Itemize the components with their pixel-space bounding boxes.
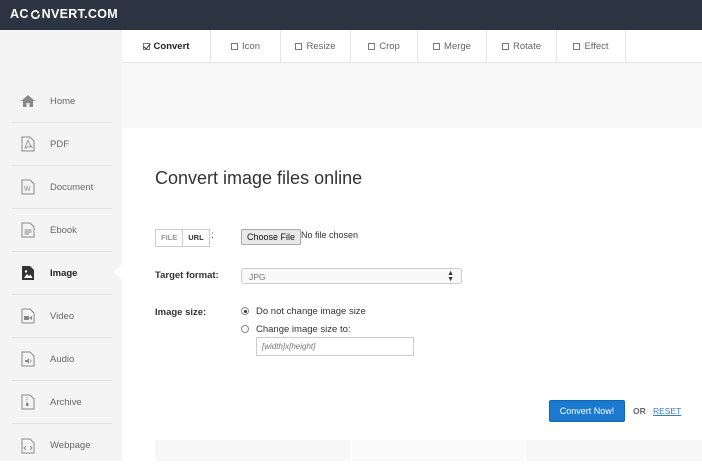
- radio-keep-size-label[interactable]: Do not change image size: [256, 306, 366, 317]
- sidebar-item-label: Webpage: [50, 440, 91, 451]
- checkbox-checked-icon: [142, 42, 150, 50]
- sidebar-item-label: Home: [50, 95, 76, 107]
- tab-label: Rotate: [513, 40, 541, 52]
- tab-resize[interactable]: Resize: [281, 30, 351, 62]
- tab-label: Crop: [379, 40, 400, 52]
- archive-icon: [19, 393, 37, 411]
- convert-now-button[interactable]: Convert Now!: [549, 400, 625, 422]
- checkbox-icon: [573, 42, 581, 50]
- site-logo[interactable]: AC NVERT.COM: [10, 7, 118, 21]
- checkbox-icon: [433, 42, 441, 50]
- tab-merge[interactable]: Merge: [418, 30, 487, 62]
- tab-label: Resize: [306, 40, 336, 52]
- banner-area: [122, 63, 702, 128]
- target-format-select[interactable]: JPG ▲ ▼: [241, 268, 462, 284]
- tab-rotate[interactable]: Rotate: [487, 30, 557, 62]
- sidebar-item-label: Audio: [50, 353, 75, 365]
- audio-icon: [19, 350, 37, 368]
- choose-file-button[interactable]: Choose File: [241, 229, 302, 245]
- logo-text-right: NVERT.COM: [41, 7, 118, 21]
- document-icon: W: [19, 178, 37, 196]
- file-source-option[interactable]: FILE: [156, 230, 184, 246]
- image-size-input[interactable]: [256, 337, 414, 356]
- selected-format: JPG: [249, 272, 266, 282]
- sidebar-item-ebook[interactable]: Ebook: [12, 209, 112, 252]
- svg-text:W: W: [24, 186, 31, 193]
- page-title: Convert image files online: [155, 168, 363, 188]
- tab-label: Icon: [242, 40, 260, 52]
- sidebar-item-home[interactable]: Home: [12, 80, 112, 123]
- sidebar-item-label: Archive: [50, 396, 82, 408]
- checkbox-icon: [502, 42, 509, 50]
- sidebar-item-document[interactable]: W Document: [12, 166, 112, 209]
- source-toggle: FILE URL: [155, 229, 210, 247]
- home-icon: [19, 92, 37, 110]
- sidebar-item-label: Document: [50, 181, 94, 193]
- file-status-text: No file chosen: [301, 230, 359, 240]
- checkbox-icon: [231, 42, 239, 50]
- radio-change-size[interactable]: [241, 325, 249, 333]
- top-header: AC NVERT.COM: [0, 0, 702, 30]
- tool-tabs: Convert Icon Resize Crop Merge Rotate Ef…: [122, 30, 702, 63]
- active-item-pointer: [114, 264, 122, 280]
- sidebar-item-audio[interactable]: Audio: [12, 338, 112, 381]
- sidebar-item-label: Video: [50, 310, 75, 322]
- or-separator: OR: [633, 406, 646, 416]
- webpage-icon: [19, 437, 37, 455]
- sidebar-item-video[interactable]: Video: [12, 295, 112, 338]
- tab-crop[interactable]: Crop: [351, 30, 418, 62]
- checkbox-icon: [295, 42, 303, 50]
- tab-label: Convert: [153, 40, 190, 52]
- target-format-label: Target format:: [155, 270, 219, 281]
- radio-change-size-label[interactable]: Change image size to:: [256, 324, 351, 335]
- source-colon: :: [211, 230, 214, 241]
- bottom-panel-left: [155, 440, 350, 461]
- sidebar-item-label: Image: [50, 267, 78, 279]
- image-icon: [19, 264, 37, 282]
- tab-label: Effect: [584, 40, 609, 52]
- tab-convert[interactable]: Convert: [122, 30, 211, 62]
- ebook-icon: [19, 221, 37, 239]
- sidebar-item-label: Ebook: [50, 224, 77, 236]
- reset-link[interactable]: RESET: [653, 406, 681, 416]
- image-size-label: Image size:: [155, 307, 207, 318]
- sidebar: Home PDF W Document Ebook Image Video Au…: [0, 30, 122, 461]
- checkbox-icon: [368, 42, 376, 50]
- tab-icon[interactable]: Icon: [211, 30, 281, 62]
- sidebar-item-archive[interactable]: Archive: [12, 381, 112, 424]
- logo-text-left: AC: [10, 7, 29, 21]
- select-arrows-icon: ▲ ▼: [447, 270, 454, 283]
- tab-label: Merge: [444, 40, 471, 52]
- video-icon: [19, 307, 37, 325]
- bottom-panel-middle: [352, 440, 524, 461]
- sidebar-item-pdf[interactable]: PDF: [12, 123, 112, 166]
- sidebar-item-image[interactable]: Image: [12, 252, 112, 295]
- url-source-option[interactable]: URL: [183, 230, 208, 246]
- logo-refresh-icon: [30, 9, 40, 19]
- tab-effect[interactable]: Effect: [557, 30, 626, 62]
- radio-keep-size[interactable]: [241, 307, 249, 315]
- bottom-panel-right: [526, 440, 702, 461]
- pdf-icon: [19, 135, 37, 153]
- sidebar-item-label: PDF: [50, 138, 69, 150]
